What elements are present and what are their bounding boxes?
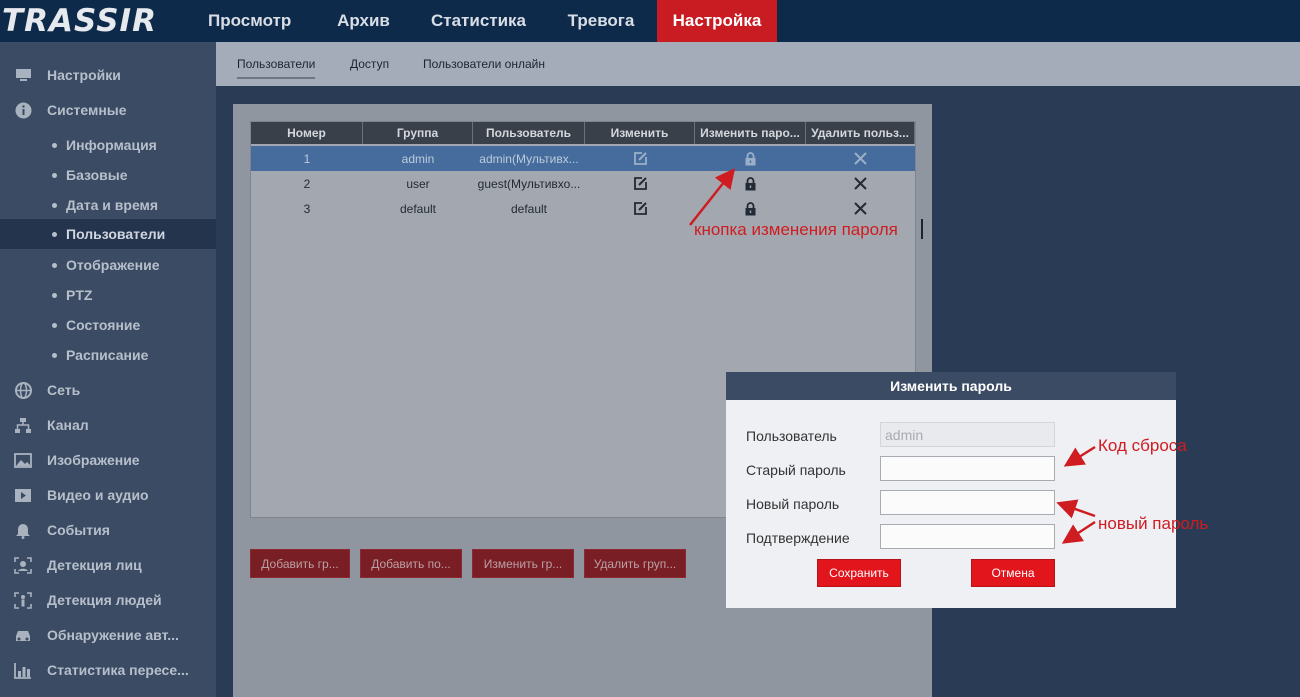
confirm-password-field[interactable] xyxy=(880,524,1055,549)
tab-statistics[interactable]: Статистика xyxy=(412,0,545,42)
sidebar-item-channel[interactable]: Канал xyxy=(0,409,216,441)
bar-chart-icon xyxy=(13,662,33,679)
change-password-dialog: Изменить пароль Пользователь Старый паро… xyxy=(726,372,1176,608)
subtab-users-online[interactable]: Пользователи онлайн xyxy=(423,42,545,86)
sidebar-item-status[interactable]: Состояние xyxy=(0,309,216,341)
video-icon xyxy=(13,487,33,503)
row-group: admin xyxy=(401,151,435,166)
info-icon xyxy=(13,102,33,118)
add-group-button[interactable]: Добавить гр... xyxy=(250,549,350,578)
sidebar-item-person-detect[interactable]: Детекция людей xyxy=(0,584,216,616)
monitor-icon xyxy=(13,67,33,83)
tab-alarm[interactable]: Тревога xyxy=(545,0,657,42)
top-nav: Просмотр Архив Статистика Тревога Настро… xyxy=(190,0,777,42)
logo: TRASSIR xyxy=(2,3,157,39)
tab-archive[interactable]: Архив xyxy=(315,0,412,42)
row-user: admin(Мультивх... xyxy=(479,151,579,166)
sidebar-item-datetime[interactable]: Дата и время xyxy=(0,189,216,221)
sidebar-item-basic[interactable]: Базовые xyxy=(0,159,216,191)
subtab-access[interactable]: Доступ xyxy=(350,42,389,86)
new-password-label: Новый пароль xyxy=(746,496,840,512)
sidebar-item-image[interactable]: Изображение xyxy=(0,444,216,476)
new-password-field[interactable] xyxy=(880,490,1055,515)
annotation-reset-code: Код сброса xyxy=(1098,436,1187,455)
row-number: 1 xyxy=(303,151,311,166)
subtab-users[interactable]: Пользователи xyxy=(237,42,316,86)
sidebar: Настройки Системные Информация Базовые Д… xyxy=(0,42,216,697)
edit-icon[interactable] xyxy=(585,171,695,196)
col-change-password: Изменить паро... xyxy=(695,122,806,144)
sidebar-item-network[interactable]: Сеть xyxy=(0,374,216,406)
sidebar-item-settings[interactable]: Настройки xyxy=(0,59,216,91)
sub-nav: Пользователи Доступ Пользователи онлайн xyxy=(216,42,1300,86)
edit-icon[interactable] xyxy=(585,196,695,221)
row-number: 3 xyxy=(303,201,311,216)
row-user: guest(Мультивхо... xyxy=(477,176,581,191)
confirm-password-label: Подтверждение xyxy=(746,530,850,546)
text-cursor xyxy=(921,219,923,239)
table-row[interactable]: 2 user guest(Мультивхо... xyxy=(251,171,915,196)
delete-group-button[interactable]: Удалить груп... xyxy=(584,549,686,578)
dialog-title: Изменить пароль xyxy=(726,372,1176,400)
user-field xyxy=(880,422,1055,447)
car-icon xyxy=(13,627,33,643)
save-button[interactable]: Сохранить xyxy=(817,559,901,587)
col-group: Группа xyxy=(363,122,473,144)
row-number: 2 xyxy=(303,176,311,191)
delete-icon[interactable] xyxy=(806,171,915,196)
sidebar-item-info[interactable]: Информация xyxy=(0,129,216,161)
annotation-new-password: новый пароль xyxy=(1098,514,1209,533)
tab-settings[interactable]: Настройка xyxy=(657,0,777,42)
row-group: user xyxy=(406,176,430,191)
sidebar-item-system[interactable]: Системные xyxy=(0,94,216,126)
tab-view[interactable]: Просмотр xyxy=(190,0,315,42)
col-delete-user: Удалить польз... xyxy=(806,122,915,144)
lock-icon[interactable] xyxy=(695,171,806,196)
image-icon xyxy=(13,452,33,468)
sidebar-item-schedule[interactable]: Расписание xyxy=(0,339,216,371)
col-user: Пользователь xyxy=(473,122,585,144)
edit-group-button[interactable]: Изменить гр... xyxy=(472,549,574,578)
old-password-label: Старый пароль xyxy=(746,462,846,478)
sidebar-item-ptz[interactable]: PTZ xyxy=(0,279,216,311)
network-icon xyxy=(13,417,33,433)
sidebar-item-users[interactable]: Пользователи xyxy=(0,219,216,249)
annotation-lock-button: кнопка изменения пароля xyxy=(694,220,898,239)
lock-icon[interactable] xyxy=(695,196,806,221)
edit-icon[interactable] xyxy=(585,146,695,171)
sidebar-item-vehicle-detect[interactable]: Обнаружение авт... xyxy=(0,619,216,651)
sidebar-item-crossing-stats[interactable]: Статистика пересе... xyxy=(0,654,216,686)
sidebar-item-face-detect[interactable]: Детекция лиц xyxy=(0,549,216,581)
table-header: Номер Группа Пользователь Изменить Измен… xyxy=(251,122,915,144)
add-user-button[interactable]: Добавить по... xyxy=(360,549,462,578)
table-row[interactable]: 1 admin admin(Мультивх... xyxy=(251,146,915,171)
old-password-field[interactable] xyxy=(880,456,1055,481)
user-label: Пользователь xyxy=(746,428,837,444)
row-user: default xyxy=(510,201,548,216)
sidebar-item-video-audio[interactable]: Видео и аудио xyxy=(0,479,216,511)
sidebar-item-display[interactable]: Отображение xyxy=(0,249,216,281)
delete-icon[interactable] xyxy=(806,146,915,171)
bell-icon xyxy=(13,522,33,539)
delete-icon[interactable] xyxy=(806,196,915,221)
table-row[interactable]: 3 default default xyxy=(251,196,915,221)
globe-icon xyxy=(13,381,33,399)
top-bar: TRASSIR Просмотр Архив Статистика Тревог… xyxy=(0,0,1300,42)
col-edit: Изменить xyxy=(585,122,695,144)
row-group: default xyxy=(399,201,437,216)
col-number: Номер xyxy=(251,122,363,144)
cancel-button[interactable]: Отмена xyxy=(971,559,1055,587)
person-detect-icon xyxy=(13,591,33,609)
face-detect-icon xyxy=(13,556,33,574)
lock-icon[interactable] xyxy=(695,146,806,171)
sidebar-item-events[interactable]: События xyxy=(0,514,216,546)
